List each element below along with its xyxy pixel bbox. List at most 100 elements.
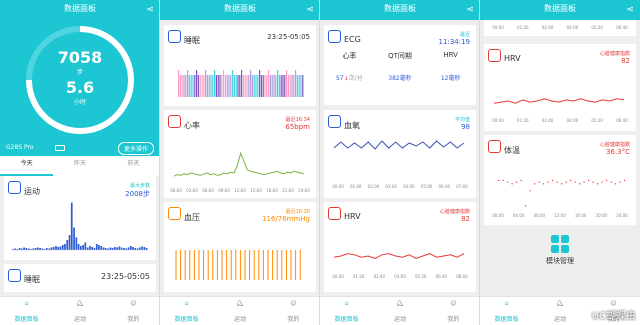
sport-bar — [86, 247, 89, 250]
screen-3: 数据面板 ⋖ ECG 最近 11:34:19 心率 QT间期 HRV 57↓次/… — [320, 0, 480, 325]
hrv-card[interactable]: HRV 心脏健康指数 82 00:00 01:20 02:40 04:00 05:20 0… — [484, 44, 636, 131]
nav-sport-label: 运动 — [393, 316, 406, 323]
sleep-stripe — [239, 75, 241, 97]
module-management-button[interactable]: 模块管理 — [480, 235, 640, 266]
hr-line-chart: 00:00 03:00 06:00 09:00 12:00 15:00 18:00 21:00… — [170, 151, 310, 193]
temp-point — [547, 181, 549, 183]
sleep-stripe — [178, 70, 180, 97]
ecg-time: 11:34:19 — [438, 38, 470, 46]
nav-sport-label: 运动 — [73, 316, 86, 323]
axis-tick-label: 08:00 — [534, 213, 546, 218]
sport-bar — [102, 247, 105, 250]
sleep-stripe — [233, 75, 235, 97]
sleep-card[interactable]: 睡眠 23:25-05:05 — [164, 25, 316, 106]
ecg-hrv-value: 12毫秒 — [440, 75, 461, 82]
sport-bar — [57, 247, 59, 250]
sport-bar — [68, 235, 71, 250]
sport-bar — [50, 247, 53, 250]
top-bar: 数据面板 ⋖ — [0, 0, 159, 20]
ecg-hr-number: 57 — [335, 75, 344, 82]
temp-point — [556, 181, 558, 183]
nav-profile[interactable]: ☺ 我的 — [107, 297, 159, 325]
temp-point — [606, 179, 608, 181]
axis-tick-label: 00:00 — [332, 184, 344, 189]
temp-point — [592, 181, 594, 183]
nav-dashboard[interactable]: ⌂ 数据面板 — [160, 297, 213, 325]
temp-point — [502, 179, 504, 181]
nav-sport[interactable]: ⛸ 运动 — [373, 297, 426, 325]
ecg-icon — [328, 30, 341, 43]
sleep-stripe — [296, 75, 298, 97]
temp-point — [624, 179, 626, 181]
tab-today[interactable]: 今天 — [0, 156, 54, 176]
ecg-latest-label: 最近 — [459, 32, 470, 38]
screen-1: 数据面板 ⋖ 7058 步 5.6 小时 G28S Pro 更多操作 今天 昨天… — [0, 0, 160, 325]
nav-sport[interactable]: ⛸ 运动 — [213, 297, 266, 325]
shoe-nav-icon: ⛸ — [76, 300, 84, 307]
share-icon[interactable]: ⋖ — [306, 1, 314, 19]
blood-pressure-card[interactable]: 血压 最近16:30 116/76mmHg — [164, 202, 316, 292]
nav-dashboard-label: 数据面板 — [494, 316, 519, 323]
axis-tick-label: 06:40 — [436, 274, 448, 279]
sport-bar — [46, 248, 48, 250]
sleep-stripe — [268, 70, 270, 97]
nav-dashboard[interactable]: ⌂ 数据面板 — [0, 297, 53, 325]
temp-point — [529, 190, 531, 192]
sport-bar — [132, 247, 134, 250]
temp-point — [570, 179, 572, 181]
sport-bar — [89, 246, 91, 250]
module-grid-cell — [561, 235, 569, 243]
nav-dashboard[interactable]: ⌂ 数据面板 — [480, 297, 533, 325]
axis-tick-label: 00:00 — [492, 213, 504, 218]
sleep-stripe — [286, 70, 288, 97]
temp-point — [619, 181, 621, 183]
temp-point — [498, 179, 500, 181]
sleep-stripe — [280, 75, 282, 97]
ecg-hr-unit: 次/分 — [348, 75, 363, 82]
previous-card-tail: 00:00 01:20 02:40 04:00 05:20 06:40 — [484, 20, 636, 36]
temp-point — [516, 181, 518, 183]
sleep-stripe — [214, 70, 216, 97]
sleep-stripe — [228, 75, 230, 97]
axis-tick-label: 12:00 — [234, 188, 246, 193]
axis-tick-label: 16:00 — [575, 213, 587, 218]
nav-profile[interactable]: ☺ 我的 — [267, 297, 319, 325]
nav-profile[interactable]: ☺ 我的 — [427, 297, 479, 325]
sleep-stripe — [201, 75, 203, 97]
temp-point — [565, 181, 567, 183]
tab-yesterday[interactable]: 昨天 — [53, 156, 106, 176]
nav-dashboard[interactable]: ⌂ 数据面板 — [320, 297, 373, 325]
nav-sport[interactable]: ⛸ 运动 — [533, 297, 586, 325]
hrv-card[interactable]: HRV 心脏健康指数 82 00:00 01:20 02:40 04:00 05:20 0… — [324, 202, 476, 292]
axis-tick-label: 06:40 — [616, 25, 628, 30]
day-tabs: 今天 昨天 前天 — [0, 156, 159, 176]
sleep-stripe — [269, 75, 271, 97]
tab-day-before[interactable]: 前天 — [107, 156, 159, 176]
temp-point — [538, 181, 540, 183]
axis-tick-label: 08:00 — [456, 274, 468, 279]
share-icon[interactable]: ⋖ — [626, 1, 634, 19]
sport-card[interactable]: 运动 最大步数 2008步 — [4, 176, 156, 260]
home-icon: ⌂ — [504, 300, 509, 307]
bottom-nav: ⌂ 数据面板 ⛸ 运动 ☺ 我的 — [160, 296, 319, 325]
axis-tick-label: 20:00 — [596, 213, 608, 218]
axis-tick-label: 15:00 — [250, 188, 262, 193]
sleep-card[interactable]: 睡眠 23:25-05:05 — [4, 264, 156, 292]
ecg-card[interactable]: ECG 最近 11:34:19 心率 QT间期 HRV 57↓次/分 382毫秒… — [324, 25, 476, 105]
axis-tick-label: 03:00 — [186, 188, 198, 193]
sleep-stripe — [188, 75, 190, 97]
share-icon[interactable]: ⋖ — [466, 1, 474, 19]
blood-oxygen-card[interactable]: 血氧 平均值 98 00:00 01:00 02:00 03:00 04:00 05:00… — [324, 110, 476, 198]
temp-point — [507, 181, 509, 183]
axis-tick-label: 18:00 — [266, 188, 278, 193]
nav-sport[interactable]: ⛸ 运动 — [53, 297, 106, 325]
temp-line-chart: 00:00 04:00 08:00 12:00 16:00 20:00 24:00 — [492, 179, 628, 218]
temperature-card[interactable]: 体温 心脏健康指数 36.3°C 00:00 04:00 08:00 12:00 16:… — [484, 135, 636, 225]
share-icon[interactable]: ⋖ — [146, 1, 154, 19]
screen-title: 数据面板 — [384, 4, 416, 13]
more-actions-button[interactable]: 更多操作 — [117, 142, 154, 155]
heart-rate-card[interactable]: 心率 最近16:34 65bpm 00:00 03:00 06:00 09:00 12:… — [164, 110, 316, 198]
sleep-stripe — [278, 75, 280, 97]
sport-bar — [59, 246, 62, 250]
ecg-latest: 最近 11:34:19 — [439, 31, 470, 46]
